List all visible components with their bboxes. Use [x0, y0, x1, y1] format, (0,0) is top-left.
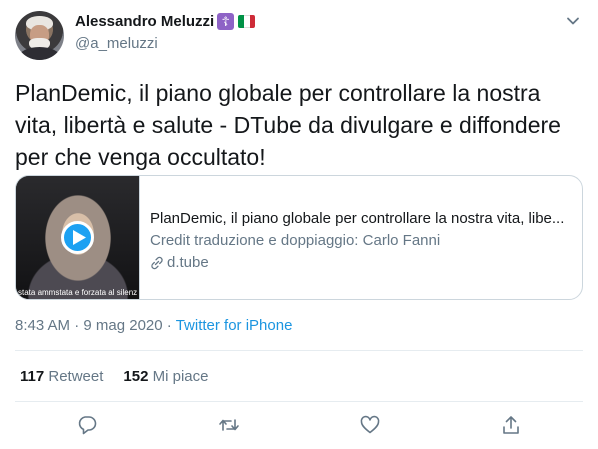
tweet-text: PlanDemic, il piano globale per controll… [15, 80, 561, 170]
author-name-row[interactable]: Alessandro Meluzzi ☦ [75, 13, 256, 30]
italy-flag-emoji [238, 15, 256, 28]
link-card[interactable]: stata ammstata e forzata al silenz PlanD… [15, 175, 583, 300]
retweet-icon[interactable] [218, 414, 240, 436]
tweet-time[interactable]: 8:43 AM [15, 317, 70, 334]
author-handle[interactable]: @a_meluzzi [75, 35, 158, 52]
tweet-source[interactable]: Twitter for iPhone [176, 317, 293, 334]
card-title[interactable]: PlanDemic, il piano globale per controll… [150, 209, 568, 228]
reply-icon[interactable] [76, 414, 98, 436]
card-domain-text[interactable]: d.tube [167, 253, 209, 272]
avatar[interactable] [15, 11, 64, 60]
divider [15, 350, 583, 351]
likes-label: Mi piace [152, 368, 209, 385]
orthodox-cross-emoji: ☦ [217, 13, 235, 30]
tweet-actions [0, 412, 598, 442]
retweets-label: Retweet [48, 368, 104, 385]
author-display-name[interactable]: Alessandro Meluzzi [75, 13, 214, 30]
tweet-date[interactable]: 9 mag 2020 [83, 317, 162, 334]
link-icon [151, 256, 163, 269]
meta-separator-2: · [162, 317, 176, 334]
likes-count: 152 [123, 368, 149, 385]
retweets-count: 117 [20, 368, 45, 385]
share-icon[interactable] [500, 414, 522, 436]
likes-stat[interactable]: 152 Mi piace [123, 368, 208, 385]
tweet-meta: 8:43 AM · 9 mag 2020 · Twitter for iPhon… [15, 317, 292, 334]
divider [15, 401, 583, 402]
card-description: Credit traduzione e doppiaggio: Carlo Fa… [150, 232, 441, 249]
video-caption: stata ammstata e forzata al silenz [18, 288, 138, 297]
card-video-thumbnail[interactable]: stata ammstata e forzata al silenz [16, 176, 140, 299]
play-icon[interactable] [61, 221, 94, 254]
tweet-stats: 117 Retweet 152 Mi piace [20, 368, 208, 385]
like-icon[interactable] [359, 414, 381, 436]
chevron-down-icon[interactable] [566, 14, 580, 28]
card-domain[interactable]: d.tube [150, 253, 568, 272]
retweets-stat[interactable]: 117 Retweet [20, 368, 103, 385]
meta-separator: · [70, 317, 84, 334]
